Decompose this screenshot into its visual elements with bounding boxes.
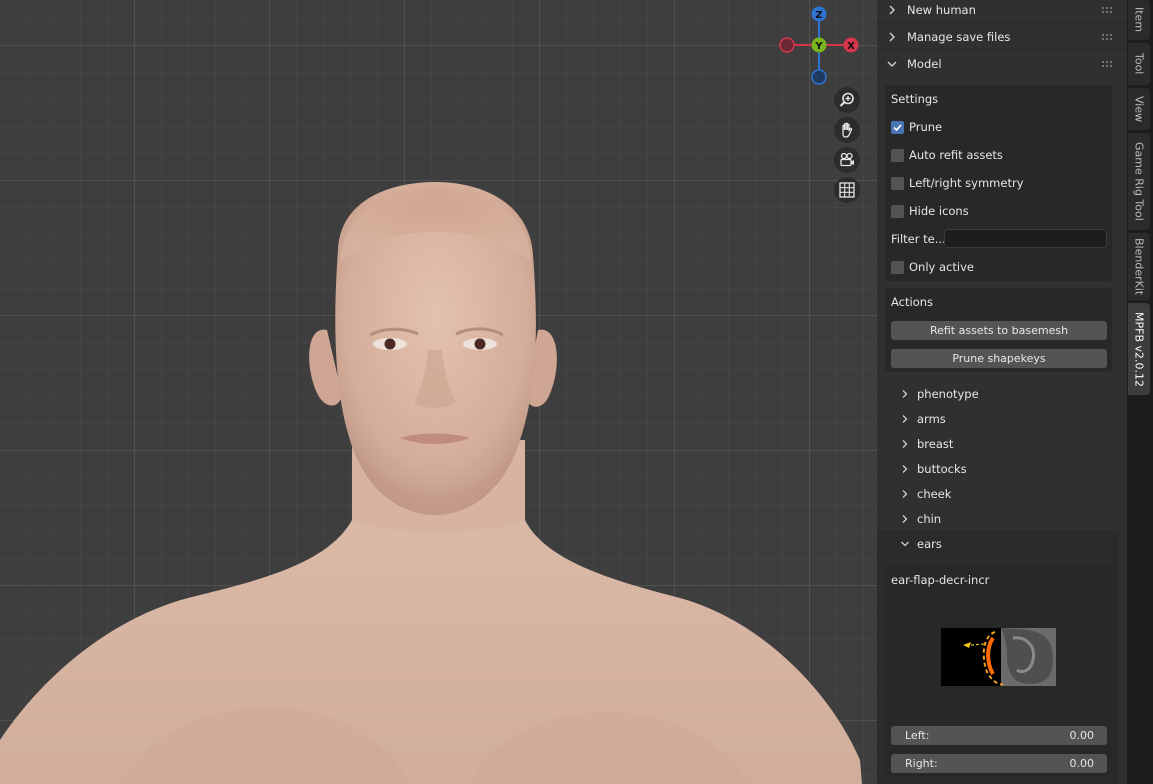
zoom-button[interactable] bbox=[834, 87, 860, 113]
category-arms[interactable]: arms bbox=[899, 409, 946, 429]
chevron-right-icon bbox=[902, 515, 908, 523]
chevron-right-icon bbox=[902, 465, 908, 473]
left-slider-value: 0.00 bbox=[1069, 729, 1095, 742]
left-slider-label: Left: bbox=[905, 729, 930, 742]
mpfb-sidebar: New human Manage save files Model Settin… bbox=[877, 0, 1127, 784]
pan-button[interactable] bbox=[834, 117, 860, 143]
chevron-right-icon bbox=[902, 415, 908, 423]
tab-label: Item bbox=[1132, 7, 1146, 33]
only-active-checkbox[interactable] bbox=[891, 260, 904, 274]
auto-refit-checkbox[interactable] bbox=[891, 148, 904, 162]
right-slider-value: 0.00 bbox=[1069, 757, 1095, 770]
category-label: phenotype bbox=[917, 387, 979, 401]
drag-grip-icon[interactable] bbox=[1101, 5, 1113, 15]
gizmo-neg-z-axis[interactable] bbox=[811, 69, 827, 85]
tab-label: BlenderKit bbox=[1132, 237, 1146, 296]
grid-icon bbox=[839, 182, 855, 198]
category-breast[interactable]: breast bbox=[899, 434, 953, 454]
category-label: ears bbox=[917, 537, 942, 551]
gizmo-x-label: X bbox=[847, 41, 855, 52]
filter-text-input[interactable] bbox=[944, 229, 1107, 248]
tab-label: Game Rig Tool bbox=[1132, 142, 1146, 221]
chevron-right-icon bbox=[902, 440, 908, 448]
camera-icon bbox=[840, 152, 854, 167]
panel-header-manage-save-files[interactable]: Manage save files bbox=[877, 24, 1127, 50]
panel-title-model: Model bbox=[907, 57, 942, 71]
prune-label: Prune bbox=[909, 120, 943, 134]
category-label: breast bbox=[917, 437, 954, 451]
ear-flap-left-slider[interactable]: Left: 0.00 bbox=[891, 726, 1107, 745]
sidebar-tab-strip: Item Tool View Game Rig Tool BlenderKit … bbox=[1127, 0, 1153, 784]
chevron-down-icon bbox=[887, 61, 897, 67]
drag-grip-icon[interactable] bbox=[1101, 32, 1113, 42]
ear-flap-preview-image bbox=[941, 628, 1056, 686]
chevron-right-icon bbox=[889, 5, 895, 14]
tab-blenderkit[interactable]: BlenderKit bbox=[1128, 233, 1150, 300]
refit-assets-button[interactable]: Refit assets to basemesh bbox=[891, 321, 1107, 340]
tab-tool[interactable]: Tool bbox=[1128, 43, 1150, 85]
only-active-label: Only active bbox=[909, 260, 974, 274]
settings-box: Settings Prune Auto refit assets Left/ri… bbox=[885, 85, 1112, 281]
category-label: chin bbox=[917, 512, 942, 526]
symmetry-label: Left/right symmetry bbox=[909, 176, 1024, 190]
panel-header-model[interactable]: Model bbox=[877, 51, 1127, 77]
ear-flap-box: ear-flap-decr-incr Left: 0.00 Right: 0.0… bbox=[885, 565, 1112, 777]
panel-title-manage-save-files: Manage save files bbox=[907, 29, 1011, 44]
panel-title-new-human: New human bbox=[907, 2, 976, 17]
chevron-right-icon bbox=[902, 490, 908, 498]
category-ears[interactable]: ears bbox=[899, 534, 942, 554]
chevron-right-icon bbox=[902, 390, 908, 398]
prune-shapekeys-button[interactable]: Prune shapekeys bbox=[891, 349, 1107, 368]
ear-flap-right-slider[interactable]: Right: 0.00 bbox=[891, 754, 1107, 773]
tab-label: View bbox=[1132, 95, 1146, 123]
drag-grip-icon[interactable] bbox=[1101, 59, 1113, 69]
navigation-gizmo[interactable]: Z X Y bbox=[776, 4, 862, 90]
tab-game-rig-tool[interactable]: Game Rig Tool bbox=[1128, 133, 1150, 230]
gizmo-z-label: Z bbox=[815, 10, 822, 21]
tab-label: MPFB v2.0.12 bbox=[1132, 311, 1146, 387]
filter-label: Filter te... bbox=[891, 232, 946, 246]
hand-pan-icon bbox=[842, 122, 853, 138]
camera-view-button[interactable] bbox=[834, 147, 860, 173]
category-chin[interactable]: chin bbox=[899, 509, 941, 529]
symmetry-checkbox-row[interactable]: Left/right symmetry bbox=[891, 175, 1024, 191]
ear-flap-title: ear-flap-decr-incr bbox=[891, 573, 990, 587]
ears-subpanel: ears ear-flap-decr-incr Left: 0.00 Right… bbox=[877, 530, 1119, 784]
prune-checkbox[interactable] bbox=[891, 120, 904, 134]
tab-view[interactable]: View bbox=[1128, 88, 1150, 130]
hide-icons-label: Hide icons bbox=[909, 204, 969, 218]
tab-item[interactable]: Item bbox=[1128, 0, 1150, 40]
tab-mpfb[interactable]: MPFB v2.0.12 bbox=[1128, 303, 1150, 395]
auto-refit-checkbox-row[interactable]: Auto refit assets bbox=[891, 147, 1003, 163]
checkmark-icon bbox=[893, 123, 902, 131]
hide-icons-checkbox-row[interactable]: Hide icons bbox=[891, 203, 969, 219]
actions-box: Actions Refit assets to basemesh Prune s… bbox=[885, 288, 1112, 372]
gizmo-neg-x-axis[interactable] bbox=[779, 37, 795, 53]
only-active-checkbox-row[interactable]: Only active bbox=[891, 259, 974, 275]
chevron-down-icon bbox=[901, 541, 909, 547]
human-model bbox=[0, 182, 862, 784]
3d-viewport[interactable]: Z X Y bbox=[0, 0, 877, 784]
chevron-right-icon bbox=[889, 32, 895, 41]
actions-title: Actions bbox=[891, 295, 934, 309]
zoom-icon bbox=[839, 92, 854, 107]
category-label: arms bbox=[917, 412, 946, 426]
category-label: buttocks bbox=[917, 462, 967, 476]
gizmo-y-label: Y bbox=[814, 41, 823, 52]
toggle-projection-button[interactable] bbox=[834, 177, 860, 203]
tab-label: Tool bbox=[1132, 53, 1146, 75]
panel-header-new-human[interactable]: New human bbox=[877, 0, 1127, 23]
settings-title: Settings bbox=[891, 92, 939, 106]
auto-refit-label: Auto refit assets bbox=[909, 148, 1003, 162]
category-buttocks[interactable]: buttocks bbox=[899, 459, 967, 479]
symmetry-checkbox[interactable] bbox=[891, 176, 904, 190]
category-cheek[interactable]: cheek bbox=[899, 484, 951, 504]
hide-icons-checkbox[interactable] bbox=[891, 204, 904, 218]
category-phenotype[interactable]: phenotype bbox=[899, 384, 979, 404]
prune-checkbox-row[interactable]: Prune bbox=[891, 119, 942, 135]
right-slider-label: Right: bbox=[905, 757, 938, 770]
category-label: cheek bbox=[917, 487, 952, 501]
